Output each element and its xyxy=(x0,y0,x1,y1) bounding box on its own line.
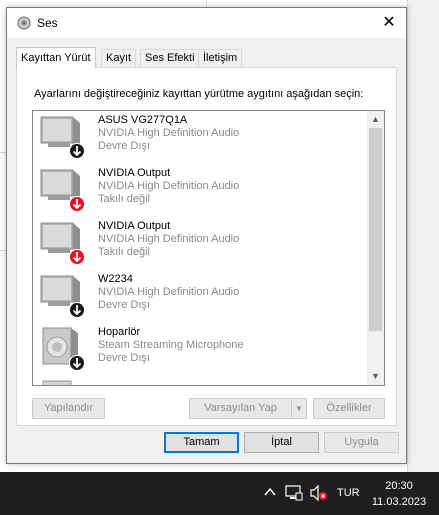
close-icon: ✕ xyxy=(382,14,396,31)
apply-button[interactable]: Uygula xyxy=(324,432,399,453)
device-description: NVIDIA High Definition Audio xyxy=(98,127,240,139)
window-title: Ses xyxy=(37,16,58,30)
scroll-down-icon[interactable]: ▼ xyxy=(367,368,384,385)
speaker-app-icon xyxy=(17,16,31,30)
device-status: Devre Dışı xyxy=(98,352,150,364)
tab-playback[interactable]: Kayıttan Yürüt xyxy=(16,47,96,68)
device-name: NVIDIA Output xyxy=(98,220,171,232)
instruction-text: Ayarlarını değiştireceğiniz kayıttan yür… xyxy=(34,88,364,100)
background-app-panel xyxy=(407,0,439,472)
volume-muted-icon[interactable] xyxy=(310,485,328,501)
network-icon[interactable] xyxy=(285,485,303,501)
list-item[interactable]: NVIDIA Output NVIDIA High Definition Aud… xyxy=(33,167,371,220)
title-bar[interactable]: Ses ✕ xyxy=(7,8,406,38)
device-name: W2234 xyxy=(98,273,133,285)
ok-button[interactable]: Tamam xyxy=(164,432,239,453)
speaker-icon xyxy=(42,327,85,371)
configure-button[interactable]: Yapılandır xyxy=(32,398,105,419)
sound-dialog: Ses ✕ Kayıttan Yürüt Kayıt Ses Efekti İl… xyxy=(6,7,407,464)
cancel-button[interactable]: İptal xyxy=(244,432,319,453)
monitor-icon xyxy=(40,169,85,212)
device-description: NVIDIA High Definition Audio xyxy=(98,286,240,298)
list-item[interactable] xyxy=(33,379,371,385)
device-name: ASUS VG277Q1A xyxy=(98,114,188,126)
scroll-up-icon[interactable]: ▲ xyxy=(367,111,384,128)
clock-time: 20:30 xyxy=(385,480,413,492)
device-list[interactable]: ASUS VG277Q1A NVIDIA High Definition Aud… xyxy=(32,110,385,386)
monitor-icon xyxy=(40,116,85,159)
chevron-up-icon[interactable] xyxy=(263,485,277,499)
vertical-scrollbar[interactable]: ▲ ▼ xyxy=(367,111,384,385)
input-language[interactable]: TUR xyxy=(337,487,360,499)
taskbar: TUR 20:30 11.03.2023 xyxy=(0,472,439,515)
properties-button[interactable]: Özellikler xyxy=(313,398,385,419)
monitor-icon xyxy=(40,222,85,265)
device-name: Hoparlör xyxy=(98,326,141,338)
list-item[interactable]: W2234 NVIDIA High Definition Audio Devre… xyxy=(33,273,371,326)
device-description: NVIDIA High Definition Audio xyxy=(98,233,240,245)
list-item[interactable]: Hoparlör Steam Streaming Microphone Devr… xyxy=(33,326,371,379)
list-item[interactable]: ASUS VG277Q1A NVIDIA High Definition Aud… xyxy=(33,114,371,167)
tab-recording[interactable]: Kayıt xyxy=(101,49,137,67)
set-default-dropdown[interactable]: ▼ xyxy=(291,398,307,419)
scroll-thumb[interactable] xyxy=(369,128,382,331)
device-status: Takılı değil xyxy=(98,193,150,205)
close-button[interactable]: ✕ xyxy=(372,8,406,37)
tab-communications[interactable]: İletişim xyxy=(198,49,243,67)
playback-panel: Ayarlarını değiştireceğiniz kayıttan yür… xyxy=(16,67,397,426)
device-name: NVIDIA Output xyxy=(98,167,171,179)
set-default-button[interactable]: Varsayılan Yap xyxy=(189,398,292,419)
device-status: Devre Dışı xyxy=(98,140,150,152)
chevron-down-icon: ▼ xyxy=(295,404,303,413)
device-description: NVIDIA High Definition Audio xyxy=(98,180,240,192)
list-item[interactable]: NVIDIA Output NVIDIA High Definition Aud… xyxy=(33,220,371,273)
device-description: Steam Streaming Microphone xyxy=(98,339,244,351)
monitor-icon xyxy=(40,275,85,318)
tab-sound-effects[interactable]: Ses Efekti xyxy=(140,49,200,67)
device-status: Devre Dışı xyxy=(98,299,150,311)
device-status: Takılı değil xyxy=(98,246,150,258)
clock-date: 11.03.2023 xyxy=(371,496,427,508)
clock[interactable]: 20:30 11.03.2023 xyxy=(366,478,432,510)
device-icon xyxy=(42,380,72,385)
